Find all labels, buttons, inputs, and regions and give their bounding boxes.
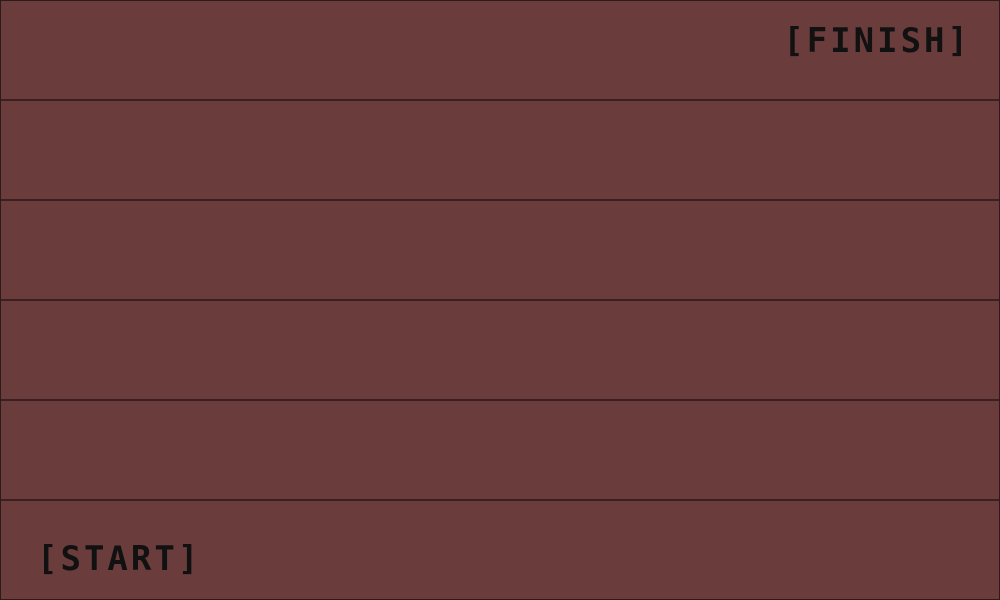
start-button[interactable]: [START] xyxy=(37,539,201,579)
finish-target[interactable]: [FINISH] xyxy=(783,21,971,61)
lane-5 xyxy=(1,401,999,501)
lane-3 xyxy=(1,201,999,301)
lane-4 xyxy=(1,301,999,401)
lane-2 xyxy=(1,101,999,201)
game-board: [FINISH] [START] xyxy=(0,0,1000,600)
